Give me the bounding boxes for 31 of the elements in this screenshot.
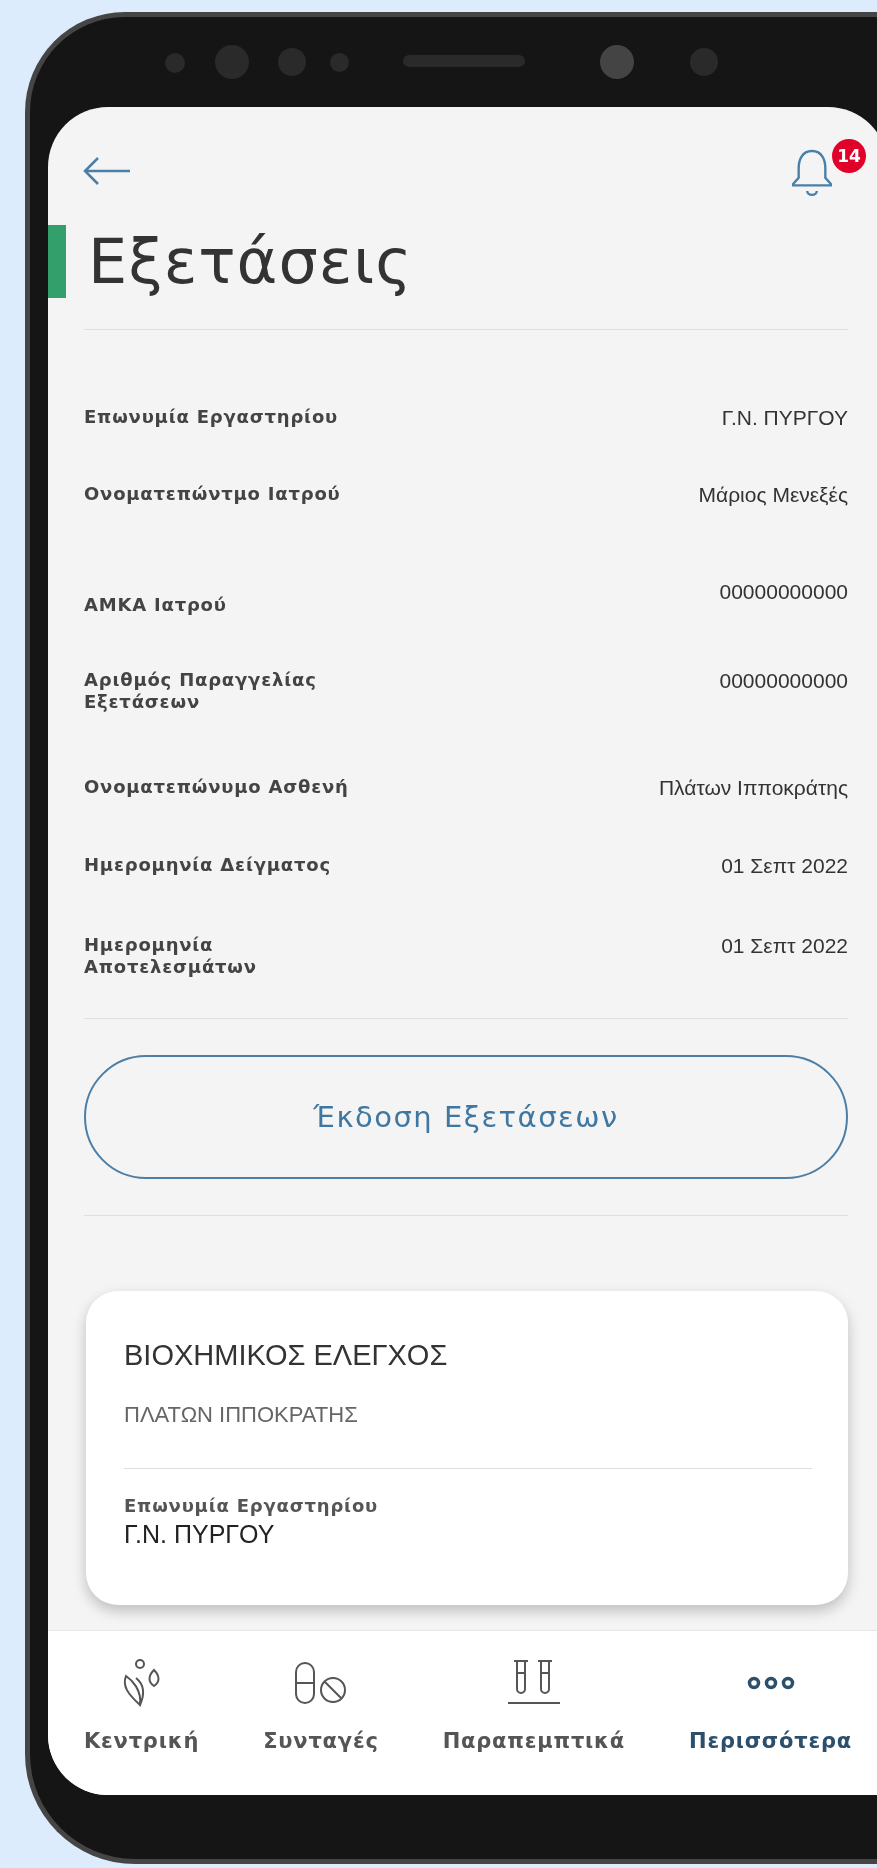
field-value: Γ.Ν. ΠΥΡΓΟΥ (124, 1520, 276, 1549)
nav-tab[interactable]: Παραπεμπτικά (442, 1631, 626, 1795)
detail-label: Αριθμός Παραγγελίας Εξετάσεων (84, 669, 318, 713)
detail-value: 00000000000 (719, 669, 848, 693)
detail-value: Γ.Ν. ΠΥΡΓΟΥ (721, 406, 848, 430)
detail-label: Ονοματεπώντμο Ιατρού (84, 483, 341, 505)
nav-tab[interactable]: Συνταγές (263, 1631, 379, 1795)
card-title: ΒΙΟΧΗΜΙΚΟΣ ΕΛΕΓΧΟΣ (124, 1339, 449, 1372)
exam-card[interactable]: ΒΙΟΧΗΜΙΚΟΣ ΕΛΕΓΧΟΣ ΠΛΑΤΩΝ ΙΠΠΟΚΡΑΤΗΣ Επωνυμία Εργαστηρίου Γ.Ν. ΠΥΡΓΟΥ (86, 1291, 848, 1605)
detail-value: Μάριος Μενεξές (698, 483, 848, 507)
issue-results-button[interactable]: Έκδοση Εξετάσεων (84, 1055, 848, 1179)
page-title: Εξετάσεις (88, 224, 413, 298)
bell-icon[interactable] (792, 147, 832, 197)
field-label: Επωνυμία Εργαστηρίου (124, 1495, 380, 1516)
detail-value: 01 Σεπτ 2022 (721, 934, 848, 958)
detail-label: Ημερομηνία Δείγματος (84, 854, 331, 876)
detail-label: ΑΜΚΑ Ιατρού (84, 594, 227, 616)
test-tubes-icon (505, 1659, 562, 1707)
detail-value: Πλάτων Ιπποκράτης (658, 776, 848, 800)
more-icon (745, 1675, 796, 1691)
card-subtitle: ΠΛΑΤΩΝ ΙΠΠΟΚΡΑΤΗΣ (124, 1402, 359, 1428)
nav-tab[interactable]: Κεντρική (84, 1631, 200, 1795)
back-arrow-icon[interactable] (82, 156, 132, 186)
detail-label: Ονοματεπώνυμο Ασθενή (84, 776, 349, 798)
notification-badge: 14 (832, 139, 866, 173)
detail-value: 00000000000 (719, 580, 848, 604)
detail-label: Ημερομηνία Αποτελεσμάτων (84, 934, 258, 978)
nav-tab[interactable]: Περισσότερα (689, 1631, 852, 1795)
detail-value: 01 Σεπτ 2022 (721, 854, 848, 878)
pill-icon (292, 1661, 349, 1705)
detail-label: Επωνυμία Εργαστηρίου (84, 406, 339, 428)
